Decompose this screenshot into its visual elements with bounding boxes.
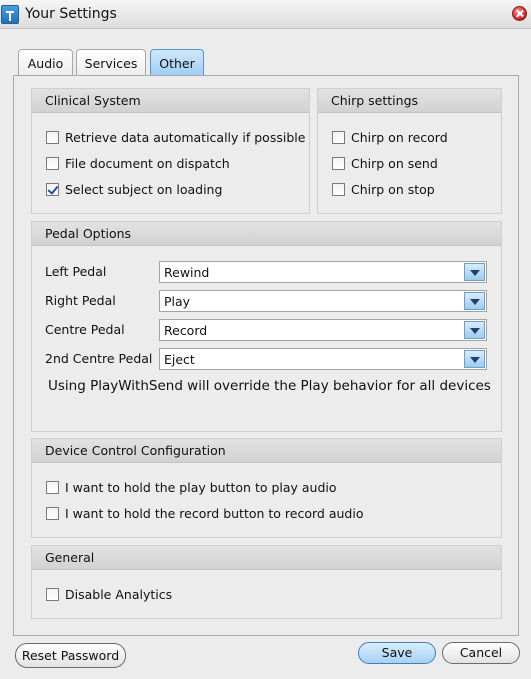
device-control-title: Device Control Configuration xyxy=(32,439,501,463)
hold-record-label: I want to hold the record button to reco… xyxy=(65,506,364,521)
window-title: Your Settings xyxy=(25,6,117,22)
chirp-on-stop-checkbox[interactable] xyxy=(332,183,345,196)
file-document-label: File document on dispatch xyxy=(65,156,230,171)
chirp-settings-title: Chirp settings xyxy=(318,89,501,113)
disable-analytics-checkbox[interactable] xyxy=(46,588,59,601)
chirp-on-record-checkbox[interactable] xyxy=(332,131,345,144)
left-pedal-label: Left Pedal xyxy=(45,264,107,279)
general-group: General xyxy=(31,545,502,619)
second-centre-pedal-select[interactable]: Eject xyxy=(159,348,487,370)
left-pedal-value: Rewind xyxy=(164,265,210,280)
tab-audio[interactable]: Audio xyxy=(18,49,73,76)
cancel-button[interactable]: Cancel xyxy=(442,642,520,664)
reset-password-button[interactable]: Reset Password xyxy=(15,643,126,668)
chirp-on-send-checkbox[interactable] xyxy=(332,157,345,170)
chevron-down-icon[interactable] xyxy=(464,321,485,339)
second-centre-pedal-label: 2nd Centre Pedal xyxy=(45,351,153,366)
save-button[interactable]: Save xyxy=(358,642,436,664)
right-pedal-value: Play xyxy=(164,294,191,309)
retrieve-data-label: Retrieve data automatically if possible xyxy=(65,130,306,145)
chirp-on-stop-label: Chirp on stop xyxy=(351,182,435,197)
file-document-checkbox[interactable] xyxy=(46,157,59,170)
title-bar: Your Settings xyxy=(0,0,531,29)
retrieve-data-checkbox[interactable] xyxy=(46,131,59,144)
playwithsend-notice: Using PlayWithSend will override the Pla… xyxy=(48,378,491,394)
close-icon[interactable] xyxy=(512,6,527,21)
app-icon xyxy=(1,5,19,24)
second-centre-pedal-value: Eject xyxy=(164,352,195,367)
right-pedal-select[interactable]: Play xyxy=(159,290,487,312)
pedal-options-title: Pedal Options xyxy=(32,222,501,246)
right-pedal-label: Right Pedal xyxy=(45,293,116,308)
tab-other[interactable]: Other xyxy=(150,49,204,76)
chevron-down-icon[interactable] xyxy=(464,292,485,310)
select-subject-checkbox[interactable] xyxy=(46,183,59,196)
left-pedal-select[interactable]: Rewind xyxy=(159,261,487,283)
chevron-down-icon[interactable] xyxy=(464,350,485,368)
chirp-on-send-label: Chirp on send xyxy=(351,156,438,171)
centre-pedal-select[interactable]: Record xyxy=(159,319,487,341)
chevron-down-icon[interactable] xyxy=(464,263,485,281)
centre-pedal-value: Record xyxy=(164,323,208,338)
general-title: General xyxy=(32,546,501,570)
select-subject-label: Select subject on loading xyxy=(65,182,223,197)
hold-play-checkbox[interactable] xyxy=(46,481,59,494)
disable-analytics-label: Disable Analytics xyxy=(65,587,173,602)
centre-pedal-label: Centre Pedal xyxy=(45,322,125,337)
chirp-on-record-label: Chirp on record xyxy=(351,130,448,145)
hold-record-checkbox[interactable] xyxy=(46,507,59,520)
clinical-system-title: Clinical System xyxy=(32,89,309,113)
tab-services[interactable]: Services xyxy=(76,49,146,76)
hold-play-label: I want to hold the play button to play a… xyxy=(65,480,337,495)
